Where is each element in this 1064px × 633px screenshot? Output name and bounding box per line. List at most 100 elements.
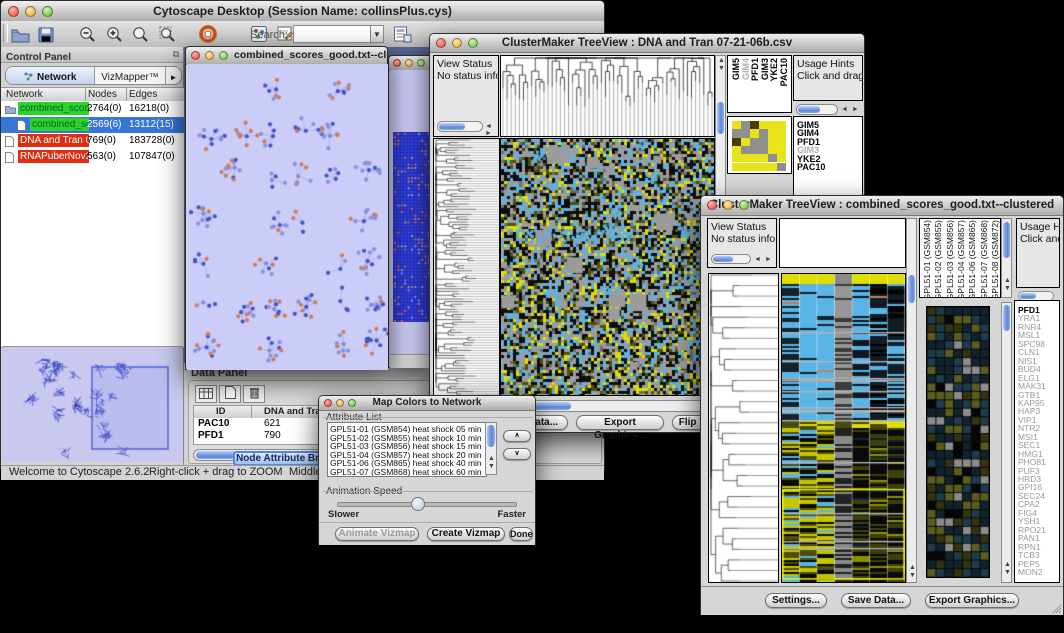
gene-label-item[interactable]: MON2 bbox=[1018, 567, 1043, 577]
help-ring-icon[interactable] bbox=[197, 24, 219, 44]
tab-overflow-button[interactable]: ► bbox=[165, 67, 181, 84]
scroll-arrows[interactable]: ◄ ► bbox=[485, 123, 498, 137]
datapanel-value-cell: 790 bbox=[264, 430, 281, 441]
minimize-button[interactable] bbox=[25, 6, 36, 17]
minimize-button[interactable] bbox=[723, 200, 733, 210]
grid-window-hscrollbar[interactable] bbox=[390, 354, 432, 368]
minimize-button[interactable] bbox=[205, 51, 214, 60]
column-dendrogram-canvas[interactable] bbox=[501, 56, 714, 136]
matrix-cell bbox=[768, 138, 777, 146]
main-window-title: Cytoscape Desktop (Session Name: collins… bbox=[1, 1, 604, 21]
search-dropdown-button[interactable]: ▼ bbox=[370, 25, 384, 43]
matrix-cell bbox=[768, 163, 777, 171]
zoom-button[interactable] bbox=[417, 59, 425, 67]
matrix-cell bbox=[768, 154, 777, 162]
control-panel: Control Panel ⧉ Network VizMapper™ ► Net… bbox=[1, 47, 184, 465]
gene-list-scrollbar[interactable]: ▲ ▼ bbox=[1001, 302, 1012, 583]
close-button[interactable] bbox=[707, 200, 717, 210]
export-graphics-button[interactable]: Export Graphics... bbox=[925, 593, 1019, 608]
network-table-row[interactable]: DNA and Tran 07769(0)183728(0) bbox=[1, 133, 184, 149]
tab-network[interactable]: Network bbox=[6, 67, 95, 84]
search-input[interactable] bbox=[293, 25, 373, 43]
attribute-list-scrollbar[interactable]: ▲ ▼ bbox=[485, 422, 497, 475]
save-icon[interactable] bbox=[35, 25, 57, 45]
move-down-button[interactable]: ∨ bbox=[503, 448, 531, 460]
view-status-scrollbar[interactable] bbox=[437, 121, 483, 132]
zoom-button[interactable] bbox=[739, 200, 749, 210]
dialog-titlebar[interactable]: Map Colors to Network bbox=[319, 396, 535, 411]
scroll-arrows[interactable]: ◄ ► bbox=[841, 106, 860, 113]
select-attributes-icon[interactable] bbox=[195, 385, 217, 403]
zoom-button[interactable] bbox=[468, 38, 478, 48]
slider-thumb[interactable] bbox=[411, 497, 425, 511]
datapanel-col-id[interactable]: ID bbox=[216, 406, 226, 417]
close-button[interactable] bbox=[324, 399, 332, 407]
resize-grip[interactable] bbox=[1051, 603, 1062, 614]
new-attribute-icon[interactable] bbox=[219, 385, 241, 403]
create-vizmap-button[interactable]: Create Vizmap bbox=[427, 527, 505, 541]
combined-heatmap-canvas[interactable] bbox=[782, 274, 905, 582]
minimize-button[interactable] bbox=[452, 38, 462, 48]
network-table-row[interactable]: RNAPuberNov2+|563(0)107847(0) bbox=[1, 149, 184, 165]
float-panel-icon[interactable]: ⧉ bbox=[173, 49, 179, 60]
export-graphics-button[interactable]: Export Graphics... bbox=[576, 415, 664, 430]
zoom-out-icon[interactable] bbox=[76, 24, 98, 44]
network-name-chip: combined_scores_ bbox=[18, 102, 89, 115]
zoom-button[interactable] bbox=[42, 6, 53, 17]
network-table-row[interactable]: combined_sco2569(6)13112(15) bbox=[1, 117, 184, 133]
delete-attribute-icon[interactable] bbox=[243, 385, 265, 403]
treeview-combined-titlebar[interactable]: ClusterMaker TreeView : combined_scores_… bbox=[701, 196, 1063, 216]
zoom-in-icon[interactable] bbox=[103, 24, 125, 44]
close-button[interactable] bbox=[191, 51, 200, 60]
view-status-scrollbar[interactable] bbox=[711, 254, 751, 264]
animation-speed-slider[interactable] bbox=[337, 502, 517, 507]
col-nodes[interactable]: Nodes bbox=[88, 89, 117, 100]
attribute-list-item[interactable]: GPL51-07 (GSM868) heat shock 60 min bbox=[330, 467, 482, 477]
animate-vizmap-button[interactable]: Animate Vizmap bbox=[335, 527, 419, 541]
similarity-matrix[interactable] bbox=[732, 121, 786, 171]
save-data-button[interactable]: Save Data... bbox=[841, 593, 911, 608]
dna-global-matrix-panel[interactable] bbox=[727, 116, 792, 174]
close-button[interactable] bbox=[8, 6, 19, 17]
status-hint-zoom: Right-click + drag to ZOOM bbox=[149, 466, 283, 478]
main-titlebar[interactable]: Cytoscape Desktop (Session Name: collins… bbox=[1, 1, 604, 22]
row-dendrogram-canvas[interactable] bbox=[709, 274, 778, 582]
zoom-fit-icon[interactable] bbox=[129, 24, 151, 44]
usage-hints-scrollbar[interactable] bbox=[796, 104, 838, 115]
matrix-cell bbox=[732, 121, 741, 129]
combined-vertical-scrollbar[interactable]: ▲ ▼ bbox=[906, 218, 917, 583]
network-table-row[interactable]: combined_scores_2764(0)16218(0) bbox=[1, 101, 184, 117]
minimize-button[interactable] bbox=[405, 59, 413, 67]
network-canvas[interactable] bbox=[187, 64, 388, 370]
col-network[interactable]: Network bbox=[6, 89, 43, 100]
zoom-heatmap-canvas[interactable] bbox=[927, 307, 989, 577]
dna-heatmap-canvas[interactable] bbox=[501, 139, 714, 395]
grid-network-canvas[interactable] bbox=[393, 132, 431, 322]
network-window-titlebar[interactable]: combined_scores_good.txt--cluste... bbox=[186, 47, 387, 65]
tab-vizmapper[interactable]: VizMapper™ bbox=[95, 67, 165, 84]
move-up-button[interactable]: ∧ bbox=[503, 430, 531, 442]
close-button[interactable] bbox=[393, 59, 401, 67]
attribute-list[interactable]: GPL51-01 (GSM854) heat shock 05 minGPL51… bbox=[327, 422, 487, 477]
col-edges[interactable]: Edges bbox=[129, 89, 157, 100]
grid-window-titlebar[interactable] bbox=[389, 56, 432, 71]
column-labels-scrollbar[interactable]: ▲ ▼ bbox=[1001, 218, 1012, 298]
zoom-button[interactable] bbox=[348, 399, 356, 407]
settings-button[interactable]: Settings... bbox=[765, 593, 827, 608]
matrix-cell bbox=[750, 146, 759, 154]
combined-usage-hints-panel: Usage Hi Click and bbox=[1016, 218, 1060, 288]
row-dendrogram-canvas[interactable] bbox=[434, 139, 499, 395]
done-button[interactable]: Done bbox=[509, 527, 533, 541]
minimize-button[interactable] bbox=[336, 399, 344, 407]
attribute-browser-icon[interactable] bbox=[391, 24, 413, 44]
matrix-cell bbox=[732, 163, 741, 171]
tab-network-label: Network bbox=[37, 72, 76, 83]
birdseye-view[interactable] bbox=[2, 347, 183, 462]
close-button[interactable] bbox=[436, 38, 446, 48]
dna-row-label[interactable]: PAC10 bbox=[797, 162, 825, 172]
zoom-button[interactable] bbox=[219, 51, 228, 60]
zoom-selected-icon[interactable] bbox=[156, 24, 178, 44]
scroll-arrows[interactable]: ◄ ► bbox=[754, 256, 773, 263]
open-folder-icon[interactable] bbox=[9, 26, 31, 46]
treeview-dna-titlebar[interactable]: ClusterMaker TreeView : DNA and Tran 07-… bbox=[430, 34, 864, 53]
